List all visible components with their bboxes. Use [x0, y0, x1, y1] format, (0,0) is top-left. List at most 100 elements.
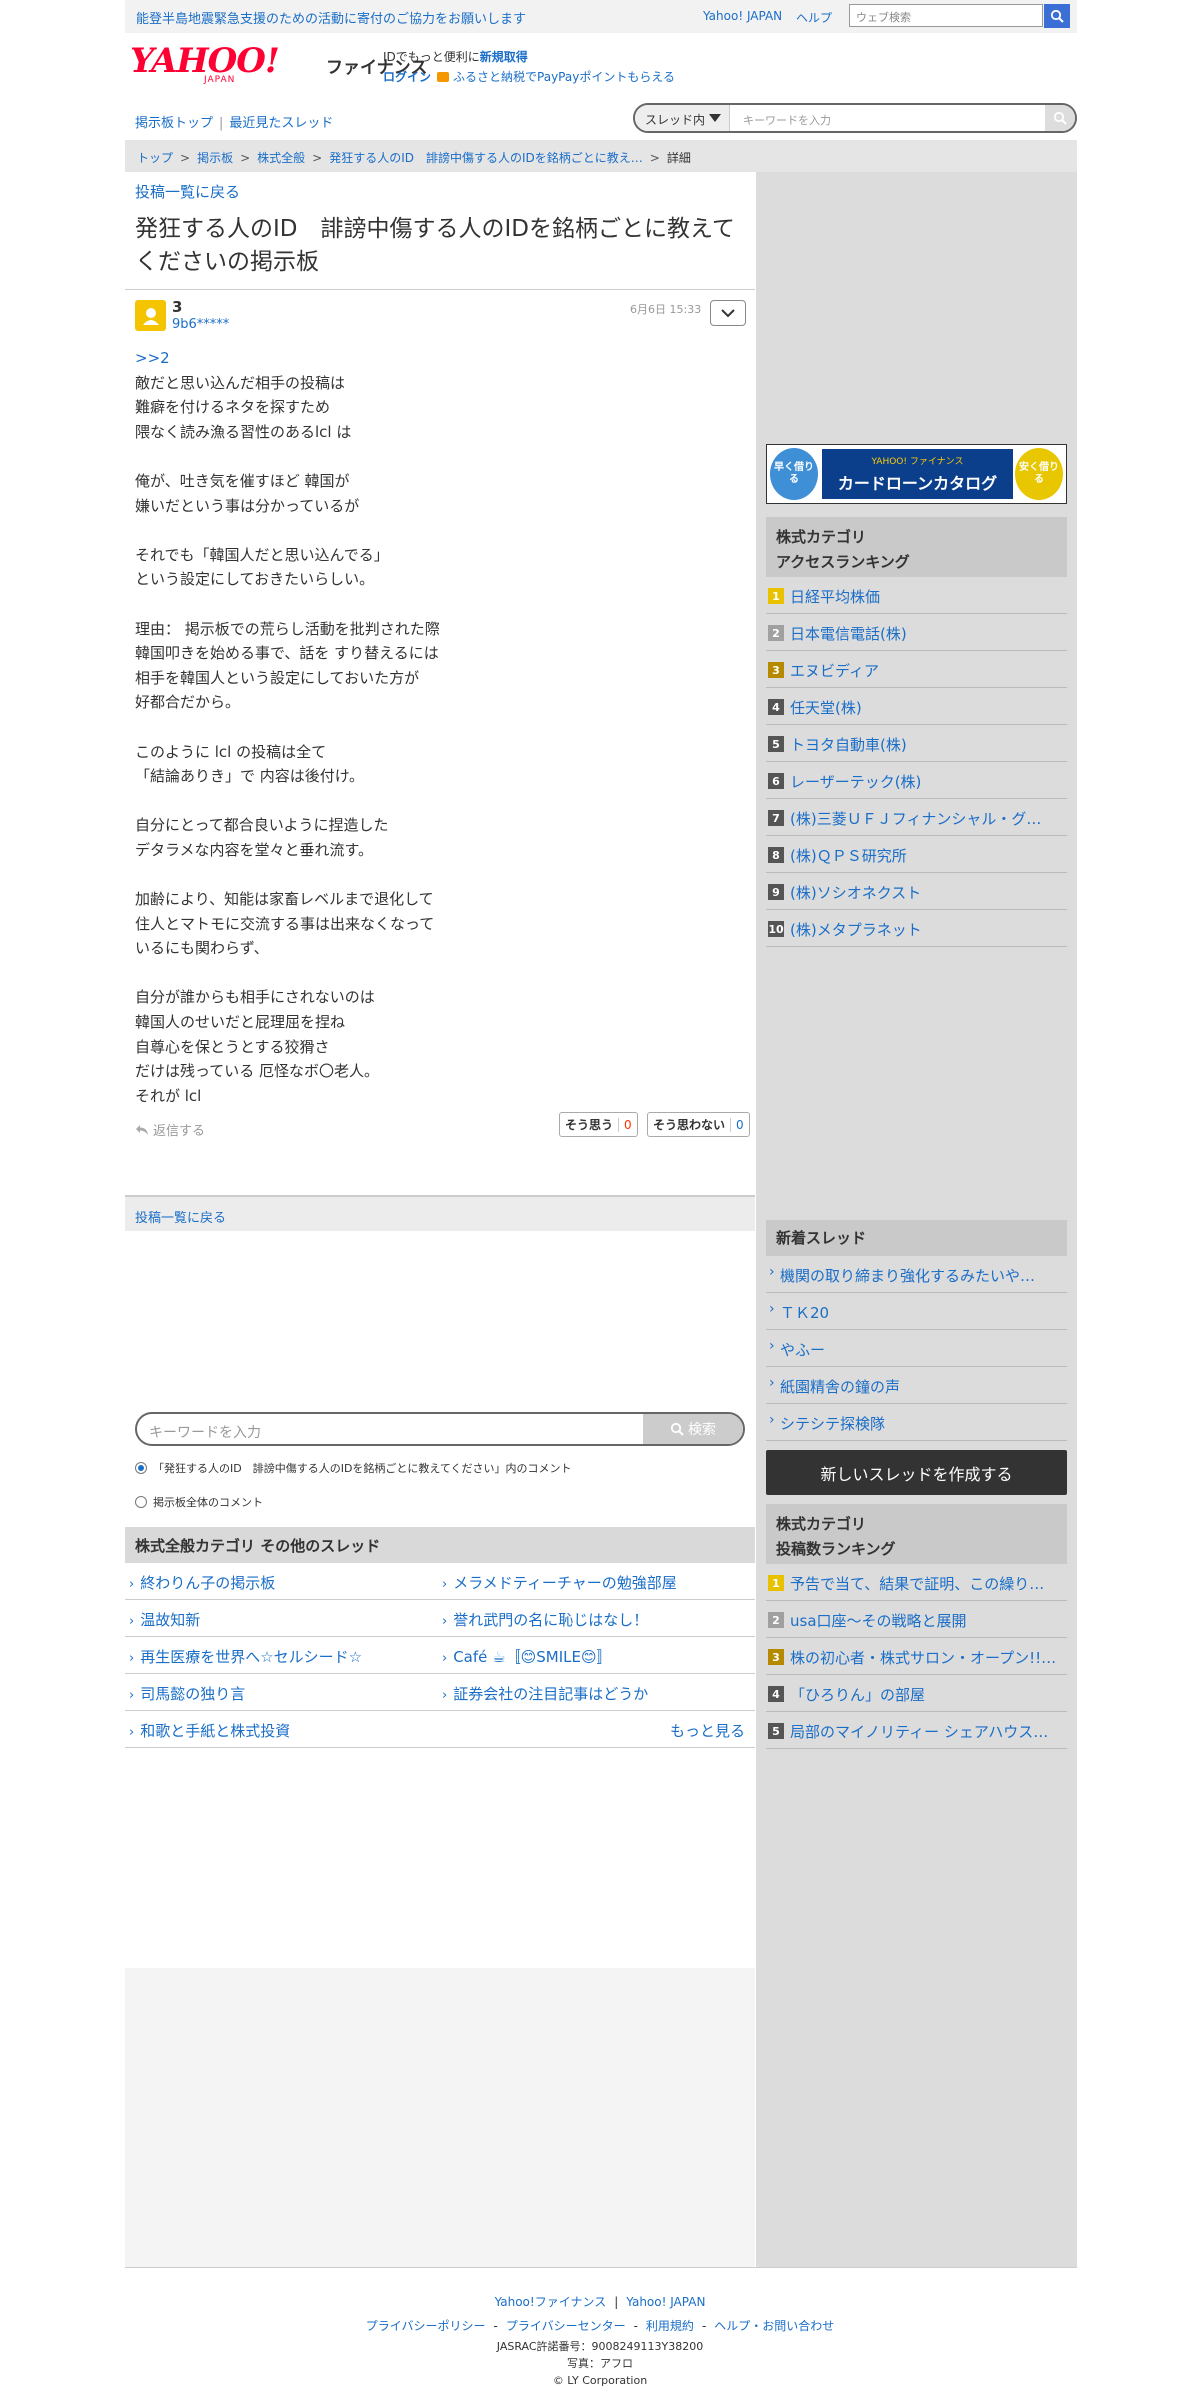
ranking-item[interactable]: 2 日本電信電話(株): [766, 614, 1067, 651]
reply-anchor-link[interactable]: >>2: [135, 346, 735, 371]
thread-search-button[interactable]: [1045, 105, 1075, 131]
top-notice-bar: 能登半島地震緊急支援のための活動に寄付のご協力をお願いします Yahoo! JA…: [125, 0, 1077, 33]
furusato-link[interactable]: ふるさと納税でPayPayポイントもらえる: [453, 70, 675, 84]
id-promo-text: IDでもっと便利に: [383, 50, 480, 64]
footer-policy-link[interactable]: ヘルプ・お問い合わせ: [714, 2319, 834, 2333]
category-thread-link[interactable]: メラメドティーチャーの勉強部屋: [442, 1572, 677, 1593]
new-thread-link[interactable]: ＴＫ20: [780, 1302, 1055, 1323]
ranking-item[interactable]: 10 (株)メタプラネット: [766, 910, 1067, 947]
breadcrumb-item[interactable]: 発狂する人のID 誹謗中傷する人のIDを銘柄ごとに教え…: [329, 151, 643, 165]
ranking-link[interactable]: 予告で当て、結果で証明、この繰り…: [790, 1573, 1065, 1594]
ranking-item[interactable]: 8 (株)ＱＰＳ研究所: [766, 836, 1067, 873]
search-scope-thread-radio[interactable]: 「発狂する人のID 誹謗中傷する人のIDを銘柄ごとに教えてください」内のコメント: [135, 1460, 572, 1476]
ranking-link[interactable]: (株)三菱ＵＦＪフィナンシャル・グ…: [790, 808, 1065, 829]
ranking-link[interactable]: エヌビディア: [790, 660, 1065, 681]
ranking-link[interactable]: (株)ＱＰＳ研究所: [790, 845, 1065, 866]
back-to-list-link[interactable]: 投稿一覧に戻る: [135, 181, 240, 202]
back-to-list-link-bottom[interactable]: 投稿一覧に戻る: [135, 1211, 226, 1226]
ranking-link[interactable]: (株)ソシオネクスト: [790, 882, 1065, 903]
category-thread-link[interactable]: 証券会社の注目記事はどうか: [442, 1683, 648, 1704]
divider: -: [633, 2319, 638, 2333]
board-top-link[interactable]: 掲示板トップ: [135, 116, 213, 131]
new-thread-link[interactable]: 紙園精舎の鐘の声: [780, 1376, 1055, 1397]
ranking-link[interactable]: (株)メタプラネット: [790, 919, 1065, 940]
search-scope-all-radio[interactable]: 掲示板全体のコメント: [135, 1494, 263, 1510]
web-search-button[interactable]: [1044, 4, 1070, 28]
footer-policy-link[interactable]: 利用規約: [646, 2319, 694, 2333]
ranking-item[interactable]: 4 「ひろりん」の部屋: [766, 1675, 1067, 1712]
new-thread-item[interactable]: シテシテ探検隊: [766, 1404, 1067, 1441]
ranking-item[interactable]: 3 エヌビディア: [766, 651, 1067, 688]
category-thread-link[interactable]: 再生医療を世界へ☆セルシード☆: [129, 1646, 362, 1667]
recent-threads-link[interactable]: 最近見たスレッド: [229, 116, 333, 131]
ranking-item[interactable]: 1 予告で当て、結果で証明、この繰り…: [766, 1564, 1067, 1601]
ranking-link[interactable]: レーザーテック(株): [790, 771, 1065, 792]
ranking-item[interactable]: 5 トヨタ自動車(株): [766, 725, 1067, 762]
category-thread-link[interactable]: 終わりん子の掲示板: [129, 1572, 275, 1593]
category-thread-link[interactable]: 和歌と手紙と株式投資: [129, 1720, 290, 1741]
user-id-link[interactable]: 9b6*****: [172, 317, 229, 332]
thread-search-input[interactable]: キーワードを入力: [743, 112, 831, 128]
ranking-link[interactable]: 「ひろりん」の部屋: [790, 1684, 1065, 1705]
ranking-item[interactable]: 3 株の初心者・株式サロン・オープン!!…: [766, 1638, 1067, 1675]
ranking-item[interactable]: 1 日経平均株価: [766, 577, 1067, 614]
help-link[interactable]: ヘルプ: [796, 9, 832, 26]
ranking-link[interactable]: トヨタ自動車(株): [790, 734, 1065, 755]
post-text-line: 加齢により、知能は家畜レベルまで退化して: [135, 890, 434, 909]
breadcrumb: トップ > 掲示板 > 株式全般 > 発狂する人のID 誹謗中傷する人のIDを銘柄ごとに教え…: [125, 140, 1077, 172]
login-link[interactable]: ログイン: [383, 70, 431, 84]
search-scope-select[interactable]: スレッド内: [635, 105, 730, 131]
footer-finance-link[interactable]: Yahoo!ファイナンス: [495, 2295, 607, 2309]
ranking-link[interactable]: 局部のマイノリティー シェアハウス…: [790, 1721, 1065, 1742]
breadcrumb-item[interactable]: トップ: [137, 151, 173, 165]
ranking-item[interactable]: 2 usa口座〜その戦略と展開: [766, 1601, 1067, 1638]
yahoo-japan-link[interactable]: Yahoo! JAPAN: [703, 9, 782, 23]
category-thread-link[interactable]: 温故知新: [129, 1609, 200, 1630]
rank-badge: 10: [768, 921, 784, 937]
signup-link[interactable]: 新規取得: [480, 50, 528, 64]
avatar: [135, 300, 166, 331]
breadcrumb-item[interactable]: 掲示板: [197, 151, 233, 165]
rank-badge: 3: [768, 662, 784, 678]
ranking-link[interactable]: 日本電信電話(株): [790, 623, 1065, 644]
comment-search-button[interactable]: 検索: [643, 1414, 743, 1444]
new-thread-item[interactable]: 紙園精舎の鐘の声: [766, 1367, 1067, 1404]
donation-notice-link[interactable]: 能登半島地震緊急支援のための活動に寄付のご協力をお願いします: [136, 8, 526, 27]
create-thread-button[interactable]: 新しいスレッドを作成する: [766, 1450, 1067, 1495]
web-search-input[interactable]: ウェブ検索: [849, 4, 1043, 27]
yahoo-finance-logo[interactable]: YAHOO! JAPAN ファイナンス: [130, 44, 427, 85]
category-thread-link[interactable]: 司馬懿の独り言: [129, 1683, 245, 1704]
breadcrumb-item[interactable]: 株式全般: [257, 151, 305, 165]
more-threads-link[interactable]: もっと見る: [670, 1720, 745, 1741]
new-thread-item[interactable]: ＴＫ20: [766, 1293, 1067, 1330]
photo-credit: 写真：アフロ: [567, 2357, 633, 2370]
comment-search-input[interactable]: キーワードを入力: [149, 1422, 261, 1442]
agree-count: 0: [618, 1117, 637, 1132]
disagree-button[interactable]: そう思わない 0: [647, 1112, 750, 1137]
ranking-item[interactable]: 4 任天堂(株): [766, 688, 1067, 725]
ranking-item[interactable]: 6 レーザーテック(株): [766, 762, 1067, 799]
new-thread-item[interactable]: やふー: [766, 1330, 1067, 1367]
new-thread-link[interactable]: 機関の取り締まり強化するみたいや…: [780, 1265, 1055, 1286]
ranking-link[interactable]: 株の初心者・株式サロン・オープン!!…: [790, 1647, 1065, 1668]
footer-policy-link[interactable]: プライバシーセンター: [506, 2319, 626, 2333]
post-menu-button[interactable]: [710, 300, 746, 326]
footer-policy-link[interactable]: プライバシーポリシー: [366, 2319, 486, 2333]
ranking-item[interactable]: 7 (株)三菱ＵＦＪフィナンシャル・グ…: [766, 799, 1067, 836]
footer-yahoo-link[interactable]: Yahoo! JAPAN: [626, 2295, 705, 2309]
radio-unchecked-icon: [135, 1496, 147, 1508]
category-thread-link[interactable]: Café ☕〚😊SMILE😊〛: [442, 1646, 611, 1667]
ranking-link[interactable]: usa口座〜その戦略と展開: [790, 1610, 1065, 1631]
card-loan-banner[interactable]: 早く借りる YAHOO! ファイナンス カードローンカタログ 安く借りる: [766, 444, 1067, 504]
category-thread-link[interactable]: 誉れ武門の名に恥じはなし！: [442, 1609, 648, 1630]
ranking-link[interactable]: 日経平均株価: [790, 586, 1065, 607]
new-thread-link[interactable]: シテシテ探検隊: [780, 1413, 1055, 1434]
category-row: 再生医療を世界へ☆セルシード☆ Café ☕〚😊SMILE😊〛: [125, 1637, 755, 1674]
new-thread-item[interactable]: 機関の取り締まり強化するみたいや…: [766, 1256, 1067, 1293]
ranking-item[interactable]: 9 (株)ソシオネクスト: [766, 873, 1067, 910]
reply-button[interactable]: 返信する: [135, 1120, 205, 1139]
ranking-item[interactable]: 5 局部のマイノリティー シェアハウス…: [766, 1712, 1067, 1749]
agree-button[interactable]: そう思う 0: [559, 1112, 638, 1137]
ranking-link[interactable]: 任天堂(株): [790, 697, 1065, 718]
new-thread-link[interactable]: やふー: [780, 1339, 1055, 1360]
